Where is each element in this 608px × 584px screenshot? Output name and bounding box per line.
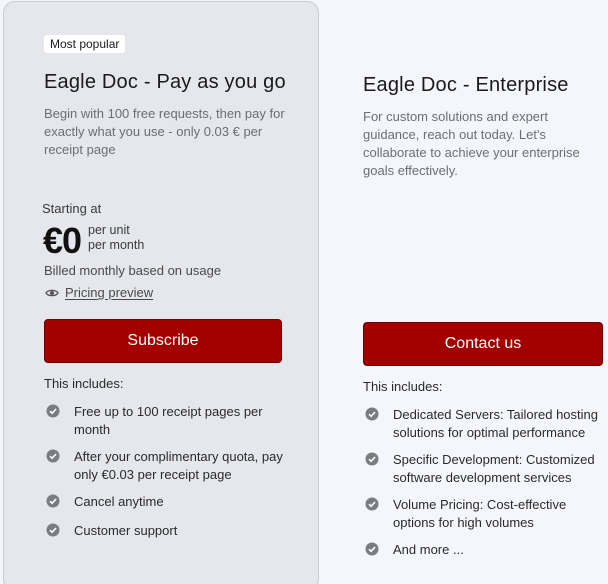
feature-text: And more ... [393, 542, 464, 557]
feature-item: Customer support [46, 522, 291, 540]
price-unit-line: per unit [88, 223, 130, 237]
includes-label: This includes: [363, 379, 443, 394]
price-amount: €0 [43, 220, 82, 261]
plan-title: Eagle Doc - Pay as you go [44, 71, 286, 93]
price-label: Starting at [42, 201, 102, 216]
subscribe-button[interactable]: Subscribe [44, 319, 282, 363]
plan-description: Begin with 100 free requests, then pay f… [44, 106, 285, 157]
feature-list: Free up to 100 receipt pages per month A… [46, 403, 291, 539]
feature-item: Cancel anytime [46, 493, 291, 511]
feature-item: Volume Pricing: Cost-effective options f… [365, 496, 603, 531]
billing-note: Billed monthly based on usage [44, 263, 222, 278]
price-period-line: per month [88, 238, 145, 252]
most-popular-badge: Most popular [44, 35, 126, 53]
contact-us-button[interactable]: Contact us [363, 322, 603, 366]
feature-text: Customer support [74, 522, 178, 538]
eye-icon [45, 288, 59, 298]
check-circle-icon [46, 449, 60, 463]
feature-text: Dedicated Servers: Tailored hosting solu… [393, 407, 598, 440]
feature-text: Free up to 100 receipt pages per month [74, 404, 263, 437]
check-circle-icon [365, 497, 379, 511]
check-circle-icon [46, 494, 60, 508]
feature-text: Cancel anytime [74, 494, 164, 509]
check-circle-icon [46, 404, 60, 418]
feature-text: After your complimentary quota, pay only… [74, 449, 283, 482]
plan-title: Eagle Doc - Enterprise [363, 74, 569, 96]
includes-label: This includes: [44, 376, 124, 391]
check-circle-icon [46, 523, 60, 537]
feature-item: Dedicated Servers: Tailored hosting solu… [365, 406, 603, 441]
feature-list: Dedicated Servers: Tailored hosting solu… [365, 406, 603, 559]
plan-description: For custom solutions and expert guidance… [363, 109, 580, 178]
price-unit: per unit per month [88, 223, 144, 253]
pricing-preview-label: Pricing preview [65, 285, 154, 300]
check-circle-icon [365, 542, 379, 556]
check-circle-icon [365, 407, 379, 421]
feature-item: After your complimentary quota, pay only… [46, 448, 291, 483]
feature-item: Specific Development: Customized softwar… [365, 451, 603, 486]
feature-text: Specific Development: Customized softwar… [393, 452, 595, 485]
pricing-preview-link[interactable]: Pricing preview [45, 285, 153, 300]
feature-text: Volume Pricing: Cost-effective options f… [393, 497, 567, 530]
feature-item: Free up to 100 receipt pages per month [46, 403, 291, 438]
feature-item: And more ... [365, 541, 603, 559]
check-circle-icon [365, 452, 379, 466]
